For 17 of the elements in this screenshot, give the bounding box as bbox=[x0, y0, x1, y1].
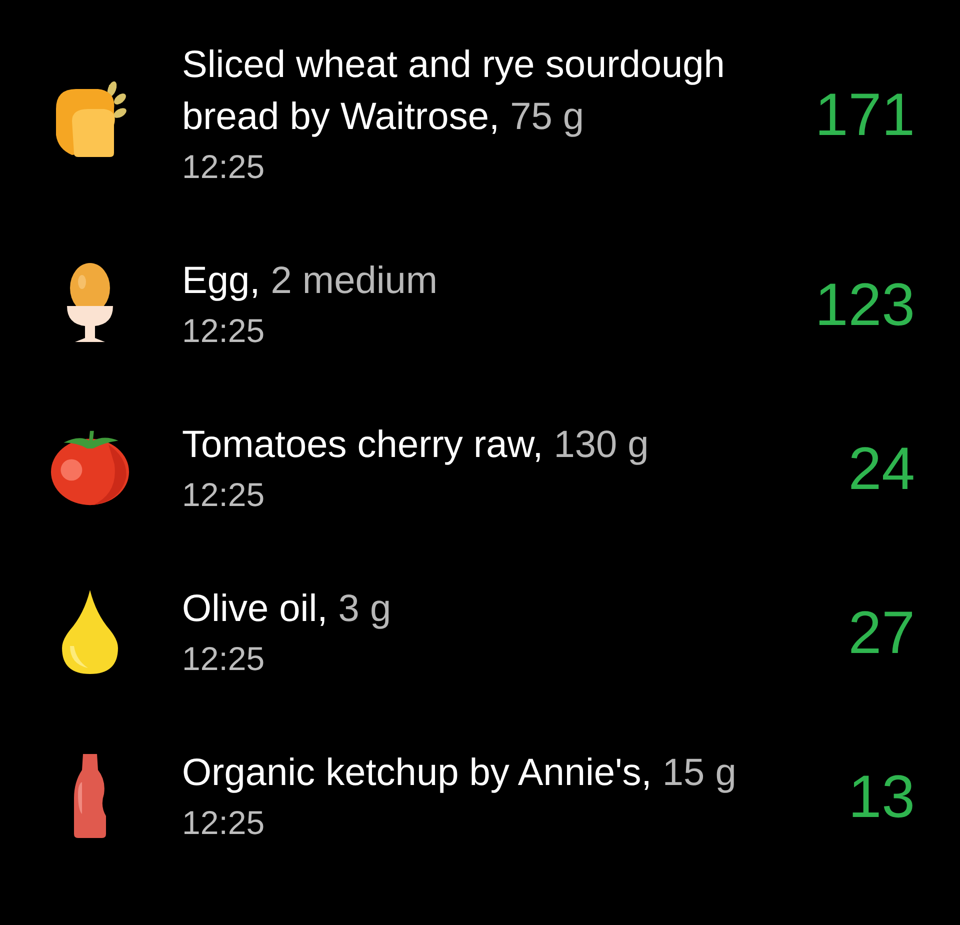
food-title: Egg, 2 medium bbox=[182, 259, 439, 304]
calorie-count: 24 bbox=[848, 434, 915, 502]
calorie-count: 123 bbox=[814, 270, 915, 338]
calorie-count: 13 bbox=[848, 762, 915, 830]
food-title: Organic ketchup by Annie's, 15 g bbox=[182, 751, 738, 796]
food-title: Tomatoes cherry raw, 130 g bbox=[182, 423, 650, 468]
calorie-count: 27 bbox=[848, 598, 915, 666]
entry-time: 12:25 bbox=[182, 639, 266, 679]
food-title: Sliced wheat and rye sourdough bread by Waitrose, 75 g bbox=[182, 43, 726, 140]
entry-time: 12:25 bbox=[182, 311, 266, 351]
entry-time: 12:25 bbox=[182, 475, 266, 515]
oil-drop-icon bbox=[62, 590, 118, 674]
calorie-count: 171 bbox=[814, 80, 915, 148]
food-title: Olive oil, 3 g bbox=[182, 587, 392, 632]
entry-time: 12:25 bbox=[182, 147, 266, 187]
tomato-icon bbox=[50, 428, 130, 508]
entry-time: 12:25 bbox=[182, 803, 266, 843]
